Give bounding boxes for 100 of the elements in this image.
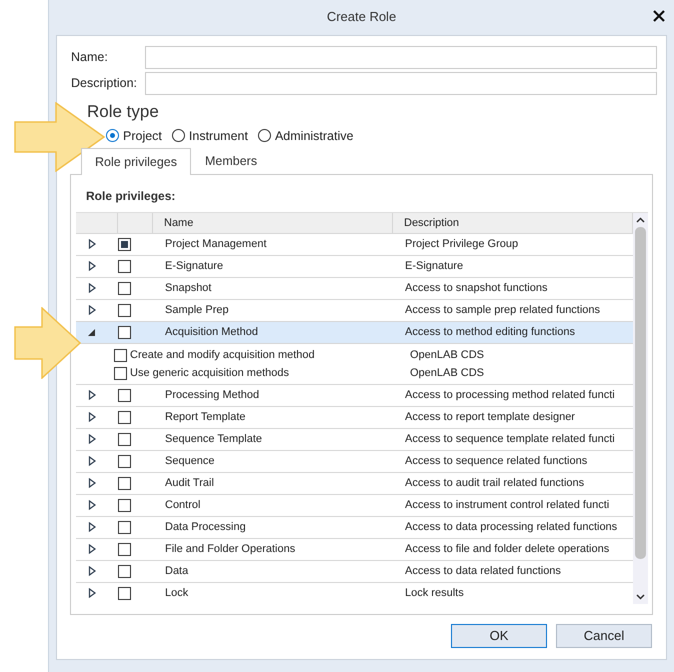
radio-button[interactable] [106,129,119,142]
tree-row[interactable]: Sequence Template Access to sequence template related functi [76,429,634,451]
table-cell: File and Folder Operations [165,543,296,556]
expand-icon[interactable] [88,434,96,444]
table-cell: Access to sequence template related functi [405,433,615,446]
expand-icon[interactable] [88,390,96,400]
text-field[interactable] [145,46,657,69]
table-cell: Access to instrument control related functi [405,499,610,512]
window-title: Create Role [326,8,396,26]
column-header[interactable]: Description [404,214,460,232]
expand-icon[interactable] [88,456,96,466]
table-cell: Access to method editing functions [405,326,575,338]
expand-icon[interactable] [88,412,96,422]
checkbox[interactable] [118,304,131,317]
dialog-button[interactable]: Cancel [556,624,652,648]
table-cell: Access to processing method related functi [405,389,615,402]
table-cell: Access to audit trail related functions [405,477,584,490]
expand-icon[interactable] [88,478,96,488]
table-cell: Sample Prep [165,304,229,316]
table-cell: Processing Method [165,389,260,402]
tab[interactable]: Members [190,148,272,174]
tree-row[interactable]: Audit Trail Access to audit trail related functions [76,473,634,495]
table-cell: Access to data processing related functions [405,521,618,534]
expand-icon[interactable] [88,566,96,576]
tree-row[interactable]: Data Processing Access to data processing related functions [76,517,634,539]
checkbox[interactable] [114,348,127,362]
table-cell-text: Create and modify acquisition method [130,348,316,363]
dialog-button[interactable]: OK [451,624,547,648]
scroll-down-icon[interactable] [636,594,646,600]
table-cell: Access to file and folder delete operations [405,543,610,556]
close-icon[interactable] [653,10,665,22]
table-cell: Project Management [165,238,266,250]
radio-button[interactable] [172,129,185,142]
expand-icon[interactable] [88,588,96,598]
checkbox[interactable] [118,260,131,273]
table-cell: Acquisition Method [165,326,258,338]
expand-icon[interactable] [88,305,96,316]
tree-row[interactable]: Lock Lock results [76,583,634,604]
table-cell: E-Signature [405,260,464,272]
table-cell: Access to sample prep related functions [405,304,600,316]
radio-button[interactable] [258,129,271,142]
tree-row[interactable]: Processing Method Access to processing method related functi [76,385,634,407]
tree-row[interactable]: Sequence Access to sequence related functions [76,451,634,473]
checkbox[interactable] [118,543,131,556]
expand-icon[interactable] [88,500,96,510]
expand-icon[interactable] [88,261,96,272]
tree-row[interactable]: Project Management Project Privilege Group [76,234,634,256]
checkbox[interactable] [118,587,131,600]
table-cell: Access to report template designer [405,411,575,424]
checkbox[interactable] [118,389,131,402]
section-heading: Role privileges: [86,188,176,205]
expand-icon[interactable] [88,283,96,294]
checkbox[interactable] [118,411,131,424]
tree-row[interactable]: Snapshot Access to snapshot functions [76,278,634,300]
table-cell: Lock [165,587,188,600]
tree-row[interactable]: Report Template Access to report template designer [76,407,634,429]
table-cell: Access to sequence related functions [405,455,588,468]
table-cell: Data [165,565,188,578]
radio-label[interactable]: Instrument [188,126,248,146]
checkbox[interactable] [118,455,131,468]
section-heading: Role type [87,101,160,123]
expand-icon[interactable] [88,239,96,250]
tree-row[interactable]: Acquisition Method Access to method editing functions [76,322,634,344]
table-cell: E-Signature [165,260,224,272]
checkbox[interactable] [118,282,131,295]
tree-row[interactable]: Control Access to instrument control related functi [76,495,634,517]
checkbox[interactable] [118,477,131,490]
tab[interactable]: Role privileges [81,148,191,175]
table-cell: Control [165,499,200,512]
text-field[interactable] [145,72,657,95]
field-label: Description: [71,75,138,92]
tree-row[interactable]: Data Access to data related functions [76,561,634,583]
checkbox[interactable] [118,565,131,578]
checkbox[interactable] [118,499,131,512]
table-cell: Project Privilege Group [405,238,518,250]
column-header[interactable]: Name [164,214,194,232]
table-cell: Data Processing [165,521,246,534]
table-cell: Sequence [165,455,215,468]
table-cell: Report Template [165,411,246,424]
scroll-up-icon[interactable] [636,217,646,223]
table-cell: Sequence Template [165,433,262,446]
checkbox[interactable] [118,433,131,446]
table-cell: Snapshot [165,282,212,294]
table-cell: Access to data related functions [405,565,561,578]
expand-icon[interactable] [88,544,96,554]
checkbox[interactable] [118,521,131,534]
table-cell-text: OpenLAB CDS [410,366,485,381]
table-cell: Access to snapshot functions [405,282,548,294]
field-label: Name: [71,49,109,66]
radio-label[interactable]: Administrative [274,126,354,146]
expand-icon[interactable] [88,522,96,532]
checkbox[interactable] [118,238,131,251]
table-cell: Audit Trail [165,477,214,490]
checkbox[interactable] [114,366,127,380]
checkbox[interactable] [118,326,131,339]
radio-label[interactable]: Project [123,126,162,146]
collapse-icon[interactable] [88,327,96,338]
tree-row[interactable]: File and Folder Operations Access to file and folder delete operations [76,539,634,561]
tree-row[interactable]: E-Signature E-Signature [76,256,634,278]
scrollbar[interactable] [633,213,648,604]
